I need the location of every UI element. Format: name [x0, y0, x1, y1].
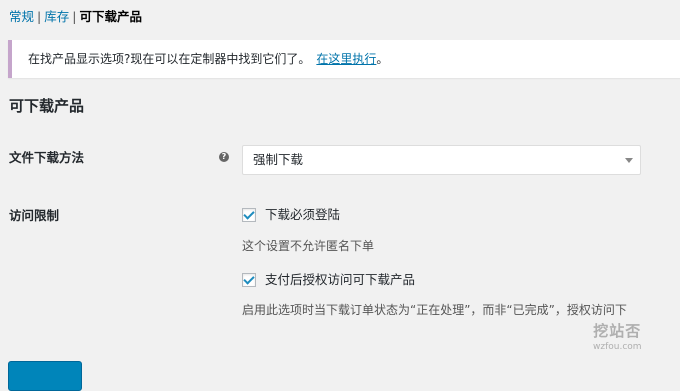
- customizer-notice: 在找产品显示选项?现在可以在定制器中找到它们了。 在这里执行。: [8, 40, 680, 78]
- watermark-domain: wzfou.com: [593, 342, 642, 352]
- grant-access-option[interactable]: 支付后授权访问可下载产品: [242, 272, 415, 288]
- subnav-separator: |: [37, 9, 42, 24]
- section-title: 可下载产品: [9, 97, 85, 115]
- watermark-title: 挖站否: [593, 322, 642, 340]
- require-login-option[interactable]: 下载必须登陆: [242, 207, 340, 223]
- download-method-label: 文件下载方法: [9, 150, 85, 165]
- subnav-current-downloadable: 可下载产品: [79, 9, 142, 24]
- checkmark-icon: [243, 208, 255, 220]
- subnav-link-general[interactable]: 常规: [9, 9, 34, 24]
- subnav-separator: |: [72, 9, 77, 24]
- notice-text: 在找产品显示选项?现在可以在定制器中找到它们了。: [28, 52, 311, 66]
- checkmark-icon: [243, 273, 255, 285]
- access-restriction-label: 访问限制: [9, 208, 60, 223]
- download-method-select[interactable]: 强制下载: [242, 145, 641, 175]
- grant-access-checkbox[interactable]: [242, 273, 256, 287]
- require-login-checkbox[interactable]: [242, 208, 256, 222]
- download-method-selected: 强制下载: [253, 152, 304, 167]
- notice-link[interactable]: 在这里执行: [316, 52, 376, 66]
- question-mark-icon[interactable]: ?: [219, 152, 229, 162]
- require-login-description: 这个设置不允许匿名下单: [242, 239, 375, 253]
- watermark-logo: 挖站否 wzfou.com: [593, 322, 642, 353]
- subsubsub-nav: 常规 | 库存 | 可下载产品: [9, 9, 142, 25]
- subnav-link-inventory[interactable]: 库存: [44, 9, 69, 24]
- notice-trailing: 。: [376, 52, 389, 66]
- chevron-down-icon: [625, 158, 633, 163]
- grant-access-description: 启用此选项时当下载订单状态为“正在处理”，而非“已完成”，授权访问下: [242, 303, 627, 317]
- require-login-label[interactable]: 下载必须登陆: [265, 207, 340, 223]
- grant-access-label[interactable]: 支付后授权访问可下载产品: [265, 272, 415, 288]
